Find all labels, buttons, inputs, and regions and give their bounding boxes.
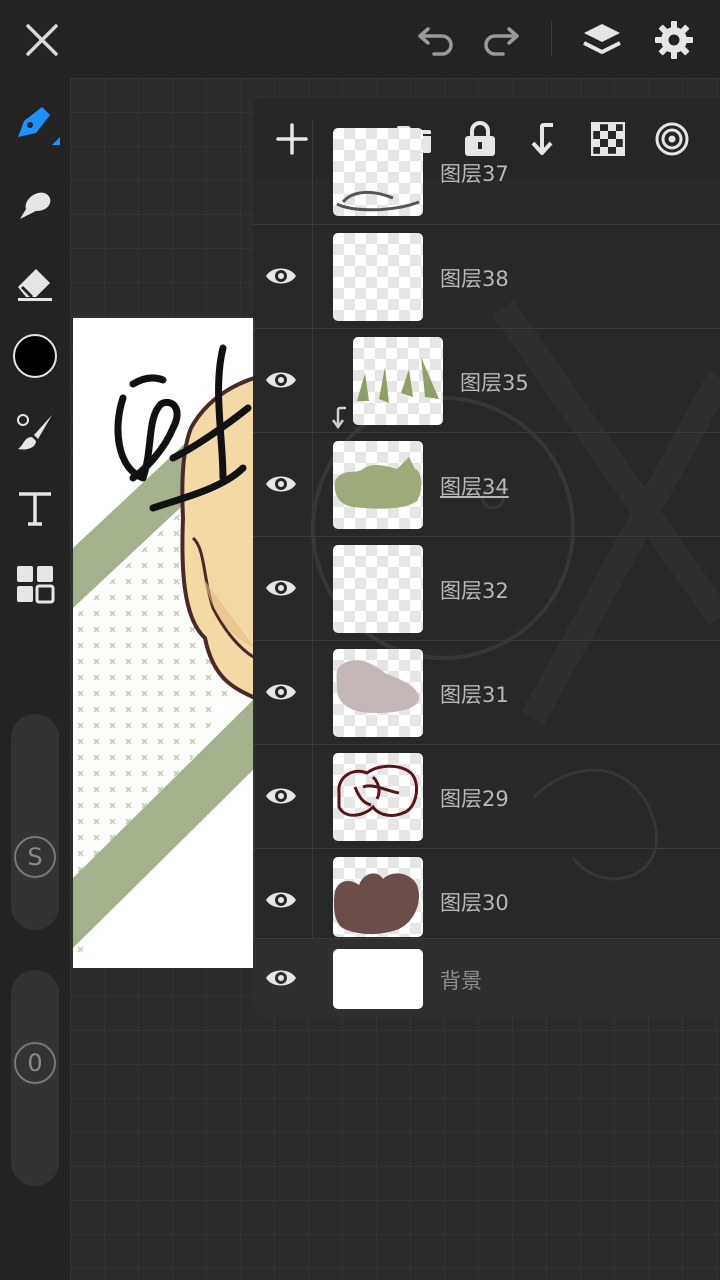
visibility-toggle[interactable] xyxy=(261,571,301,605)
redo-button[interactable] xyxy=(475,14,527,66)
row-divider xyxy=(312,225,313,329)
left-toolbar: S 0 xyxy=(0,78,70,1280)
layers-icon xyxy=(583,24,621,54)
eye-icon xyxy=(266,580,296,596)
brush-tool[interactable] xyxy=(9,406,61,458)
close-icon xyxy=(26,24,58,56)
gear-icon xyxy=(655,21,693,59)
layer-name: 图层30 xyxy=(440,891,509,915)
layer-row[interactable]: 图层34 xyxy=(253,432,720,537)
thumb-sketch-outline xyxy=(336,191,420,212)
layer-thumbnail xyxy=(333,753,423,841)
layers-button[interactable] xyxy=(576,14,628,66)
eraser-icon xyxy=(18,269,52,301)
text-tool[interactable] xyxy=(9,482,61,534)
eye-icon xyxy=(266,684,296,700)
row-divider xyxy=(312,120,313,224)
layer-panel: 图层37 图层38 图层35 图层34 图层32 图层31 图层29 图层30 … xyxy=(253,98,720,1018)
brush-size-slider[interactable]: S xyxy=(11,714,59,930)
text-icon xyxy=(19,492,51,526)
visibility-toggle[interactable] xyxy=(261,675,301,709)
thumb-brown-shape xyxy=(333,873,419,935)
visibility-toggle[interactable] xyxy=(261,467,301,501)
toolbar-divider xyxy=(551,22,552,56)
visibility-toggle[interactable] xyxy=(261,883,301,917)
layer-name: 图层29 xyxy=(440,787,509,811)
pen-tool[interactable] xyxy=(9,98,61,150)
layer-name: 图层38 xyxy=(440,267,509,291)
undo-icon xyxy=(418,27,453,56)
background-layer-row[interactable]: 背景 xyxy=(253,938,720,1018)
layer-row[interactable]: 图层29 xyxy=(253,744,720,849)
pen-icon xyxy=(18,107,60,145)
layer-thumbnail xyxy=(333,857,423,937)
layer-thumbnail xyxy=(333,128,423,216)
redo-icon xyxy=(484,27,519,56)
layer-name: 图层37 xyxy=(440,162,509,186)
visibility-toggle[interactable] xyxy=(261,779,301,813)
eye-icon xyxy=(266,892,296,908)
thumb-green-shape xyxy=(334,457,422,509)
size-label: S xyxy=(27,843,43,871)
layer-thumbnail xyxy=(333,233,423,321)
opacity-knob[interactable]: 0 xyxy=(14,1042,56,1084)
visibility-toggle[interactable] xyxy=(261,259,301,293)
row-divider xyxy=(312,329,313,433)
settings-button[interactable] xyxy=(648,14,700,66)
layer-row[interactable]: 图层31 xyxy=(253,640,720,745)
layer-row-partial[interactable]: 图层37 xyxy=(253,120,720,224)
color-swatch[interactable] xyxy=(9,330,61,382)
layer-name: 背景 xyxy=(440,969,482,993)
layer-name: 图层32 xyxy=(440,579,509,603)
opacity-slider[interactable]: 0 xyxy=(11,970,59,1186)
eye-icon xyxy=(266,476,296,492)
brush-icon xyxy=(17,414,52,450)
eye-icon xyxy=(266,970,296,986)
layer-row[interactable]: 图层38 xyxy=(253,224,720,329)
thumb-green-spikes xyxy=(357,357,439,403)
layer-thumbnail xyxy=(333,949,423,1009)
eye-icon xyxy=(266,268,296,284)
layer-thumbnail xyxy=(353,337,443,425)
layer-row[interactable]: 图层35 xyxy=(253,328,720,433)
drawing-canvas[interactable] xyxy=(73,318,255,968)
size-knob[interactable]: S xyxy=(14,836,56,878)
visibility-toggle[interactable] xyxy=(261,961,301,995)
smudge-tool[interactable] xyxy=(9,178,61,230)
top-bar xyxy=(0,0,720,78)
current-color xyxy=(13,334,57,378)
undo-button[interactable] xyxy=(410,14,462,66)
layer-name: 图层35 xyxy=(460,371,529,395)
layer-row[interactable]: 图层32 xyxy=(253,536,720,641)
layer-name: 图层31 xyxy=(440,683,509,707)
gallery-icon xyxy=(17,566,55,604)
layer-name: 图层34 xyxy=(440,475,509,499)
smudge-icon xyxy=(20,192,51,219)
clipping-mask-icon xyxy=(331,406,346,430)
layer-row[interactable]: 图层30 xyxy=(253,848,720,953)
layer-thumbnail xyxy=(333,649,423,737)
row-divider xyxy=(312,745,313,849)
eye-icon xyxy=(266,788,296,804)
layer-thumbnail xyxy=(333,441,423,529)
opacity-label: 0 xyxy=(27,1049,43,1077)
row-divider xyxy=(312,537,313,641)
thumb-line-art xyxy=(337,764,419,817)
thumb-mauve-shape xyxy=(336,660,419,713)
row-divider xyxy=(312,433,313,537)
artwork xyxy=(73,318,255,968)
eraser-tool[interactable] xyxy=(9,256,61,308)
layer-thumbnail xyxy=(333,545,423,633)
gallery-tool[interactable] xyxy=(9,558,61,610)
close-button[interactable] xyxy=(16,14,68,66)
visibility-toggle[interactable] xyxy=(261,363,301,397)
row-divider xyxy=(312,641,313,745)
eye-icon xyxy=(266,372,296,388)
